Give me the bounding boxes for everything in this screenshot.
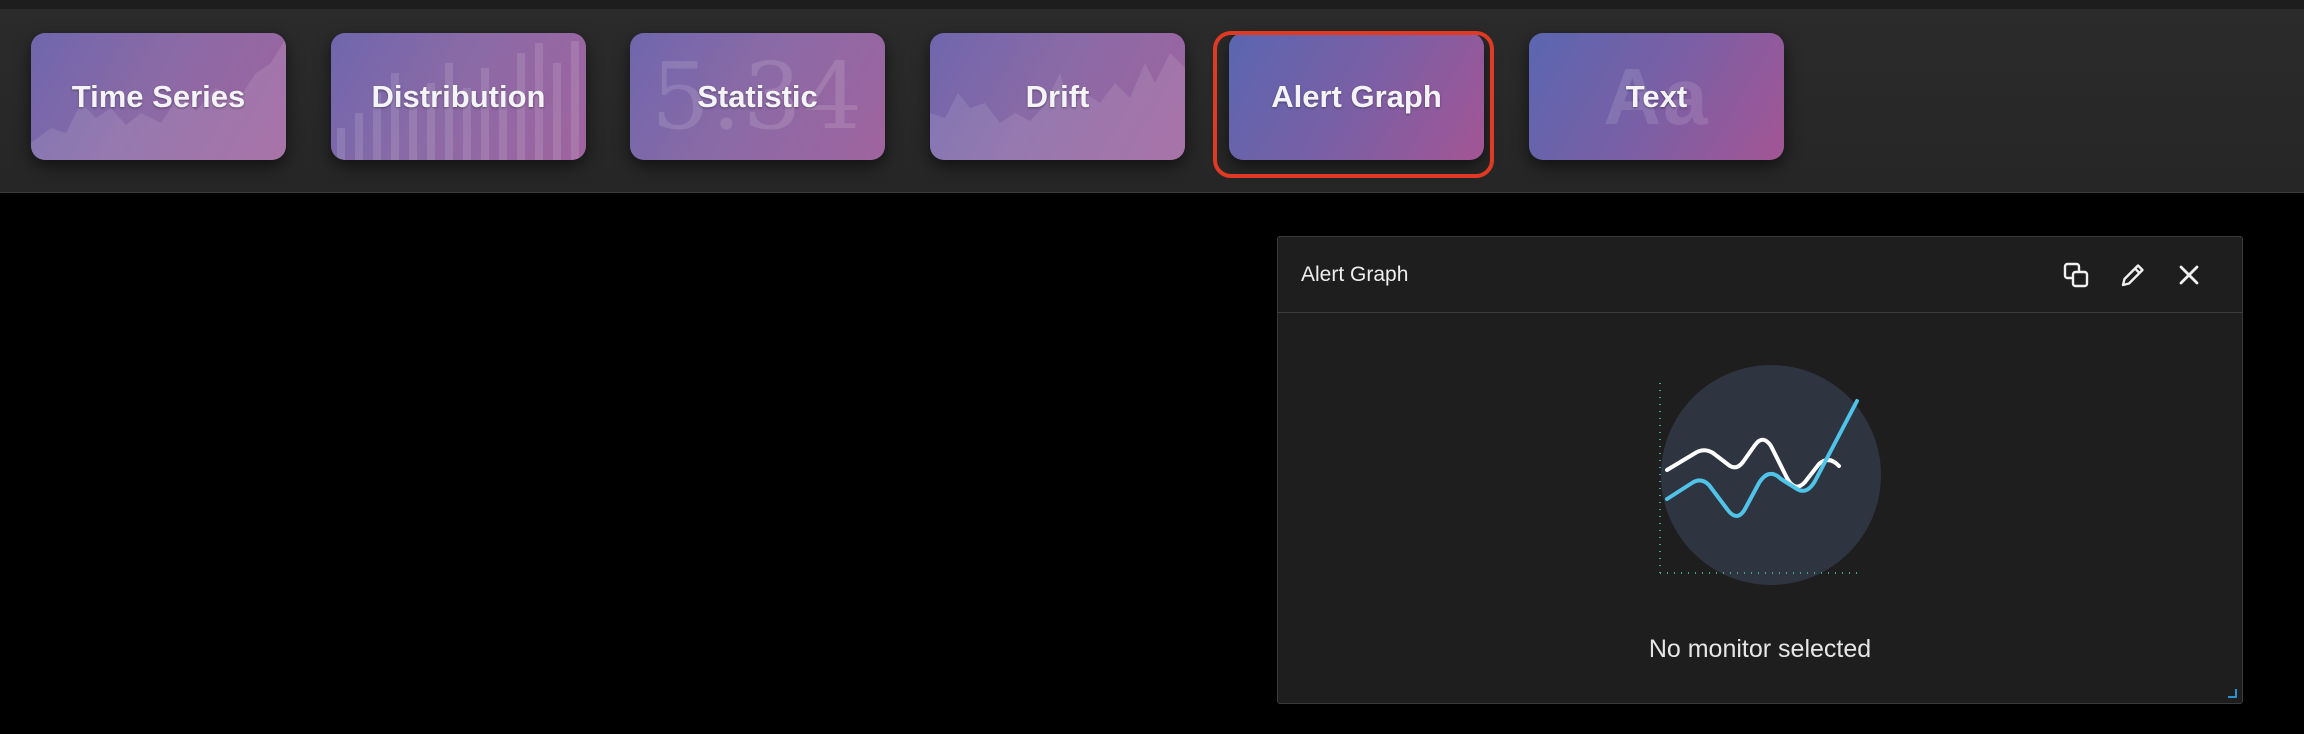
widget-card-statistic[interactable]: 5.34 Statistic	[630, 33, 885, 160]
widget-card-text[interactable]: Aa Text	[1529, 33, 1784, 160]
duplicate-button[interactable]	[2056, 255, 2096, 295]
duplicate-icon	[2063, 262, 2089, 288]
widget-card-label: Drift	[1025, 78, 1090, 114]
edit-button[interactable]	[2113, 255, 2153, 295]
widget-card-label: Statistic	[697, 78, 818, 114]
widget-card-distribution[interactable]: Distribution	[331, 33, 586, 160]
top-strip	[0, 0, 2304, 9]
panel-header: Alert Graph	[1278, 237, 2242, 313]
empty-state-message: No monitor selected	[1648, 635, 1872, 663]
widget-toolbar: Time Series Distribution 5.34 Statistic …	[0, 9, 2304, 193]
resize-handle-icon[interactable]	[2226, 687, 2238, 699]
panel-title: Alert Graph	[1301, 263, 1409, 286]
empty-chart-illustration-icon	[1659, 365, 1881, 585]
widget-card-time-series[interactable]: Time Series	[31, 33, 286, 160]
alert-graph-panel: Alert Graph No monitor selected	[1277, 236, 2243, 704]
widget-card-label: Distribution	[371, 78, 546, 114]
edit-icon	[2121, 264, 2144, 287]
widget-card-label: Time Series	[71, 78, 246, 114]
close-button[interactable]	[2169, 255, 2209, 295]
close-icon	[2179, 265, 2199, 285]
widget-card-drift[interactable]: Drift	[930, 33, 1185, 160]
widget-card-label: Text	[1625, 78, 1688, 114]
selected-card-highlight	[1213, 31, 1494, 178]
